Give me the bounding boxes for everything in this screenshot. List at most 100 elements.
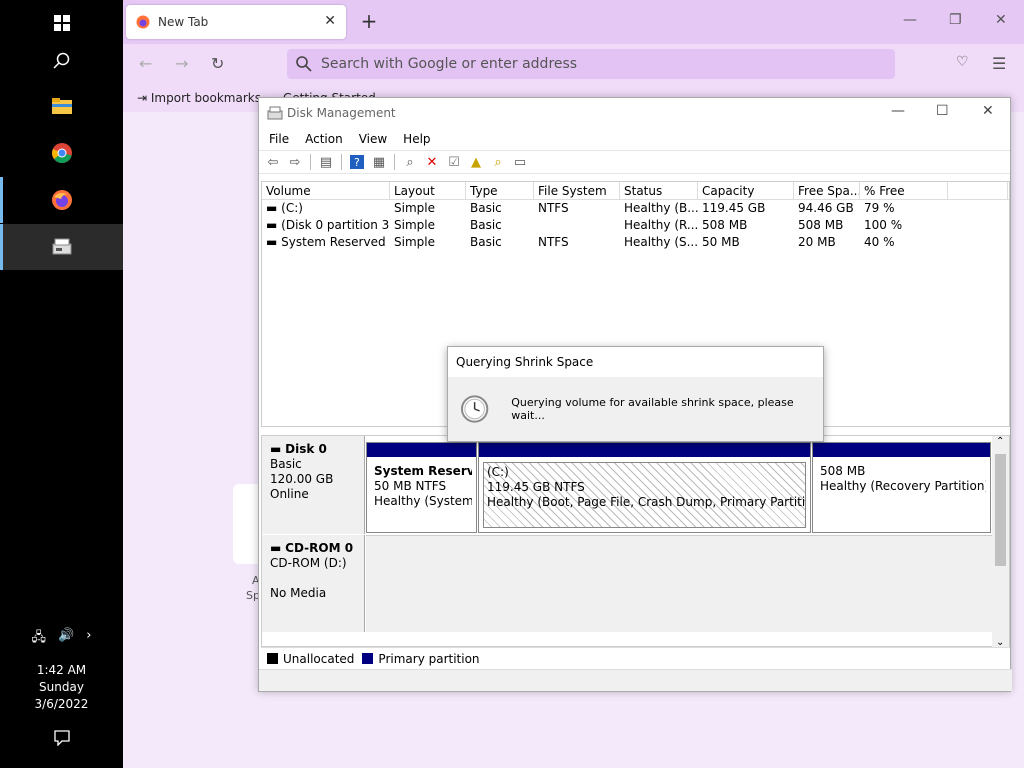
- search-folder-icon[interactable]: ⌕: [488, 153, 508, 171]
- url-placeholder: Search with Google or enter address: [321, 56, 578, 72]
- volume-icon: ▬: [266, 218, 278, 232]
- dm-menubar: File Action View Help: [259, 128, 1010, 150]
- clock-time: 1:42 AM: [36, 663, 87, 677]
- tab-title: New Tab: [158, 15, 209, 29]
- cdrom-icon: ▬: [270, 541, 282, 555]
- chevron-right-icon[interactable]: ›: [86, 628, 91, 650]
- table-row[interactable]: ▬ System Reserved Simple Basic NTFS Heal…: [262, 234, 1009, 251]
- scroll-up-icon[interactable]: ⌃: [996, 436, 1004, 447]
- show-hide-tree-icon[interactable]: ▤: [316, 153, 336, 171]
- col-percent-free[interactable]: % Free: [860, 182, 948, 199]
- col-type[interactable]: Type: [466, 182, 534, 199]
- table-row[interactable]: ▬ (C:) Simple Basic NTFS Healthy (B... 1…: [262, 200, 1009, 217]
- delete-icon[interactable]: ✕: [422, 153, 442, 171]
- col-file-system[interactable]: File System: [534, 182, 620, 199]
- taskbar: 🖧 🔊 › 1:42 AM Sunday 3/6/2022: [0, 0, 123, 768]
- partition-recovery[interactable]: 508 MB Healthy (Recovery Partition): [812, 442, 991, 533]
- partition-system-reserved[interactable]: System Reserved 50 MB NTFS Healthy (Syst…: [366, 442, 477, 533]
- folder-up-icon[interactable]: ▲: [466, 153, 486, 171]
- clock-day: Sunday: [39, 680, 84, 694]
- partition-c[interactable]: (C:) 119.45 GB NTFS Healthy (Boot, Page …: [478, 442, 811, 533]
- disk0-size: 120.00 GB: [270, 472, 334, 486]
- dialog-message: Querying volume for available shrink spa…: [511, 396, 794, 422]
- col-free-space[interactable]: Free Spa...: [794, 182, 860, 199]
- connect-icon[interactable]: ⌕: [400, 153, 420, 171]
- dm-titlebar[interactable]: Disk Management — ☐ ✕: [259, 98, 1010, 128]
- clock-date: 3/6/2022: [34, 697, 89, 711]
- cdrom0-empty-area: [366, 535, 993, 632]
- check-icon[interactable]: ☑: [444, 153, 464, 171]
- cdrom0-name: CD-ROM 0: [285, 541, 354, 555]
- back-icon[interactable]: ←: [139, 54, 152, 73]
- forward-icon[interactable]: →: [175, 54, 188, 73]
- help-icon[interactable]: ?: [347, 153, 367, 171]
- maximize-icon[interactable]: ☐: [936, 103, 949, 119]
- clock[interactable]: 1:42 AM Sunday 3/6/2022: [0, 662, 123, 713]
- notification-icon: [53, 730, 70, 747]
- col-empty: [948, 182, 1008, 199]
- col-status[interactable]: Status: [620, 182, 698, 199]
- disk0-label[interactable]: ▬ Disk 0 Basic 120.00 GB Online: [262, 436, 365, 534]
- volume-icon: ▬: [266, 235, 278, 249]
- reload-icon[interactable]: ↻: [211, 54, 224, 73]
- menu-icon[interactable]: ☰: [992, 54, 1006, 73]
- col-volume[interactable]: Volume: [262, 182, 390, 199]
- vertical-scrollbar[interactable]: ⌃ ⌄: [992, 436, 1009, 648]
- search-icon: [52, 52, 69, 69]
- legend-primary: Primary partition: [378, 651, 480, 666]
- cdrom0-drive: CD-ROM (D:): [270, 556, 347, 570]
- close-window-icon[interactable]: ✕: [995, 12, 1007, 28]
- firefox-icon: [51, 190, 72, 210]
- restore-icon[interactable]: ❐: [949, 12, 962, 28]
- firefox-button[interactable]: [0, 177, 123, 223]
- cdrom0-media: No Media: [270, 586, 327, 600]
- minimize-icon[interactable]: —: [891, 103, 905, 119]
- minimize-icon[interactable]: —: [903, 12, 917, 28]
- network-icon[interactable]: 🖧: [32, 628, 47, 650]
- primary-swatch: [362, 653, 374, 664]
- querying-shrink-dialog: Querying Shrink Space Querying volume fo…: [447, 346, 824, 442]
- cdrom0-label[interactable]: ▬ CD-ROM 0 CD-ROM (D:) No Media: [262, 535, 365, 632]
- disk0-state: Online: [270, 487, 309, 501]
- forward-arrow-icon[interactable]: ⇨: [285, 153, 305, 171]
- back-arrow-icon[interactable]: ⇦: [263, 153, 283, 171]
- clock-icon: [460, 395, 489, 423]
- dialog-title[interactable]: Querying Shrink Space: [448, 347, 823, 377]
- chrome-icon: [51, 143, 72, 164]
- notification-button[interactable]: [0, 730, 123, 749]
- volume-icon: ▬: [266, 201, 278, 215]
- disk-icon: ▬: [270, 442, 282, 456]
- col-capacity[interactable]: Capacity: [698, 182, 794, 199]
- table-row[interactable]: ▬ (Disk 0 partition 3) Simple Basic Heal…: [262, 217, 1009, 234]
- volume-icon[interactable]: 🔊: [58, 628, 74, 650]
- col-layout[interactable]: Layout: [390, 182, 466, 199]
- close-icon[interactable]: ✕: [982, 103, 994, 119]
- system-tray: 🖧 🔊 ›: [0, 628, 123, 650]
- search-button[interactable]: [0, 38, 123, 84]
- svg-text:?: ?: [354, 156, 360, 169]
- file-explorer-button[interactable]: [0, 83, 123, 129]
- menu-view[interactable]: View: [359, 132, 395, 146]
- import-bookmarks-link[interactable]: ⇥ Import bookmarks...: [137, 91, 272, 105]
- disk-graphical-view: ▬ Disk 0 Basic 120.00 GB Online System R…: [261, 435, 1010, 648]
- nav-bar: ← → ↻ Search with Google or enter addres…: [123, 44, 1024, 86]
- menu-action[interactable]: Action: [305, 132, 351, 146]
- disk-management-taskbar-button[interactable]: [0, 224, 123, 270]
- disk0-type: Basic: [270, 457, 302, 471]
- properties-icon[interactable]: ▦: [369, 153, 389, 171]
- folder-icon: [51, 98, 72, 114]
- unallocated-swatch: [267, 653, 278, 664]
- new-tab-button[interactable]: +: [357, 9, 381, 33]
- dm-toolbar: ⇦ ⇨ ▤ ? ▦ ⌕ ✕ ☑ ▲ ⌕ ▭: [259, 150, 1010, 174]
- tab-new-tab[interactable]: New Tab ✕: [126, 5, 346, 39]
- chrome-button[interactable]: [0, 130, 123, 176]
- menu-file[interactable]: File: [269, 132, 297, 146]
- list-icon[interactable]: ▭: [510, 153, 530, 171]
- dm-title: Disk Management: [287, 106, 396, 120]
- url-bar[interactable]: Search with Google or enter address: [287, 49, 895, 79]
- close-tab-icon[interactable]: ✕: [324, 13, 336, 29]
- pocket-icon[interactable]: ♡: [956, 54, 969, 70]
- menu-help[interactable]: Help: [403, 132, 438, 146]
- legend: Unallocated Primary partition: [261, 647, 1010, 669]
- scrollbar-thumb[interactable]: [995, 454, 1006, 566]
